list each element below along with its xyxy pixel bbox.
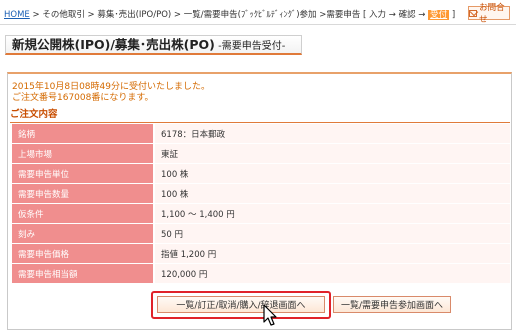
row-label: 需要申告数量 xyxy=(12,183,154,204)
header-divider xyxy=(0,24,516,25)
page-title-sub: -需要申告受付- xyxy=(214,41,286,52)
list-edit-cancel-button[interactable]: 一覧/訂正/取消/購入/辞退画面へ xyxy=(157,296,325,313)
mouse-cursor-icon xyxy=(263,304,277,326)
inquiry-button[interactable]: お問合せ xyxy=(468,3,510,25)
row-value: 1,100 ～ 1,400 円 xyxy=(153,203,510,224)
row-label: 上場市場 xyxy=(12,143,154,164)
breadcrumb: HOME > その他取引 > 募集･売出(IPO/PO) > 一覧/需要申告(ﾌ… xyxy=(4,8,455,20)
page-title-main: 新規公開株(IPO)/募集･売出株(PO) xyxy=(12,37,215,52)
row-label: 需要申告相当額 xyxy=(12,263,154,284)
table-row: 銘柄 6178：日本郵政 xyxy=(12,124,510,144)
row-value: 100 株 xyxy=(153,163,510,184)
order-details-table: 銘柄 6178：日本郵政 上場市場 東証 需要申告単位 100 株 需要申告数量 100… xyxy=(12,124,510,284)
inquiry-label: お問合せ xyxy=(479,3,505,25)
table-row: 需要申告相当額 120,000 円 xyxy=(12,263,510,284)
row-label: 刻み xyxy=(12,223,154,244)
row-value: 120,000 円 xyxy=(153,263,510,284)
breadcrumb-path: > その他取引 > 募集･売出(IPO/PO) > 一覧/需要申告(ﾌﾞｯｸﾋﾞ… xyxy=(29,10,429,20)
row-label: 仮条件 xyxy=(12,203,154,224)
row-value: 50 円 xyxy=(153,223,510,244)
breadcrumb-current-step: 受付 xyxy=(428,10,450,20)
table-row: 需要申告単位 100 株 xyxy=(12,163,510,184)
row-value: 100 株 xyxy=(153,183,510,204)
table-row: 需要申告数量 100 株 xyxy=(12,183,510,204)
table-row: 需要申告価格 指値 1,200 円 xyxy=(12,243,510,264)
row-label: 需要申告単位 xyxy=(12,163,154,184)
acceptance-notice: 2015年10月8日08時49分に受付いたしました。 ご注文番号167008番に… xyxy=(12,82,210,104)
order-section-title: ご注文内容 xyxy=(10,109,510,123)
mail-icon xyxy=(469,9,478,17)
row-label: 需要申告価格 xyxy=(12,243,154,264)
acceptance-time-text: 2015年10月8日08時49分に受付いたしました。 xyxy=(12,82,210,92)
table-row: 上場市場 東証 xyxy=(12,143,510,164)
home-link[interactable]: HOME xyxy=(4,10,30,20)
demand-participation-list-button[interactable]: 一覧/需要申告参加画面へ xyxy=(333,296,451,313)
table-row: 刻み 50 円 xyxy=(12,223,510,244)
row-label: 銘柄 xyxy=(12,124,154,144)
page-title: 新規公開株(IPO)/募集･売出株(PO) -需要申告受付- xyxy=(5,35,302,55)
row-value: 6178：日本郵政 xyxy=(153,124,510,144)
table-row: 仮条件 1,100 ～ 1,400 円 xyxy=(12,203,510,224)
row-value: 指値 1,200 円 xyxy=(153,243,510,264)
row-value: 東証 xyxy=(153,143,510,164)
breadcrumb-current-label: 受付 xyxy=(430,10,448,20)
breadcrumb-end: ] xyxy=(449,10,456,20)
order-number-text: ご注文番号167008番になります。 xyxy=(12,93,154,103)
